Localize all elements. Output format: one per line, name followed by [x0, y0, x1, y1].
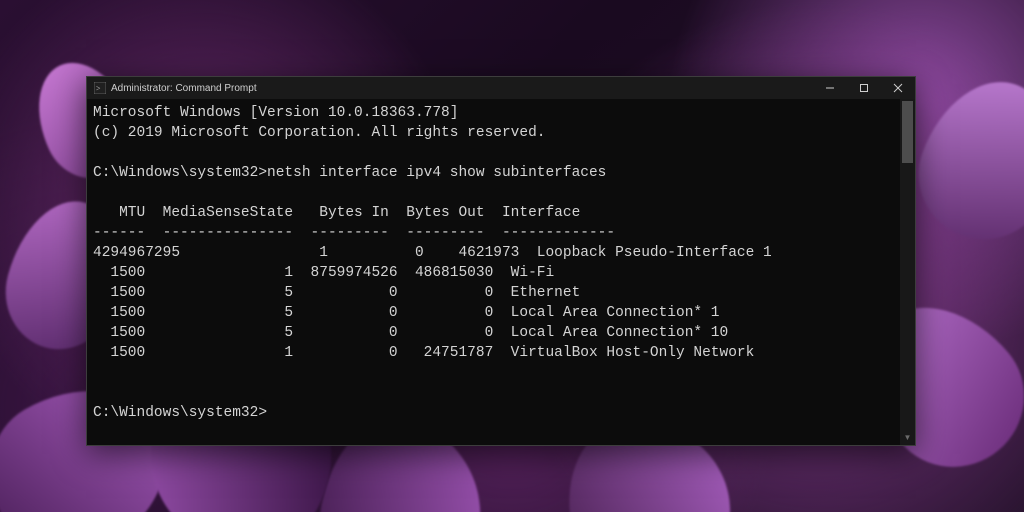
- cmd-icon: >: [93, 81, 107, 95]
- scrollbar-thumb[interactable]: [902, 101, 913, 163]
- maximize-button[interactable]: [847, 77, 881, 99]
- vertical-scrollbar[interactable]: ▲ ▼: [900, 99, 915, 445]
- client-area: Microsoft Windows [Version 10.0.18363.77…: [87, 99, 915, 445]
- window-title: Administrator: Command Prompt: [111, 83, 257, 94]
- minimize-button[interactable]: [813, 77, 847, 99]
- terminal-output[interactable]: Microsoft Windows [Version 10.0.18363.77…: [87, 99, 900, 445]
- close-button[interactable]: [881, 77, 915, 99]
- command-prompt-window: > Administrator: Command Prompt Microsof…: [86, 76, 916, 446]
- titlebar[interactable]: > Administrator: Command Prompt: [87, 77, 915, 99]
- svg-text:>: >: [96, 84, 101, 93]
- scroll-down-icon[interactable]: ▼: [900, 430, 915, 445]
